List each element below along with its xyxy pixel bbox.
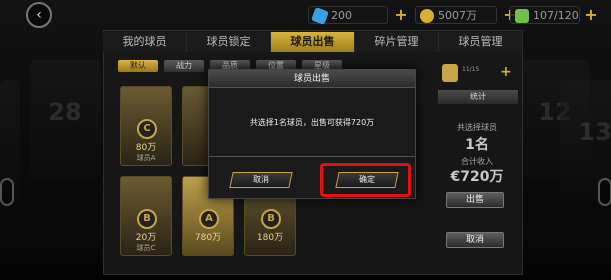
energy-counter: 200 + bbox=[308, 6, 408, 25]
selected-count: 1名 bbox=[465, 137, 489, 153]
dialog-body: 共选择1名球员，出售可获得720万 bbox=[209, 88, 415, 156]
filter-power[interactable]: 战力 bbox=[164, 60, 204, 72]
energy-icon bbox=[311, 7, 329, 25]
dialog-title: 球员出售 bbox=[209, 70, 415, 88]
filter-default[interactable]: 默认 bbox=[118, 60, 158, 72]
card-name: 球员C bbox=[136, 244, 156, 252]
sell-button[interactable]: 出售 bbox=[446, 192, 504, 208]
right-scroll-arrow[interactable] bbox=[598, 178, 611, 206]
player-icon bbox=[515, 9, 529, 23]
income-value: €720万 bbox=[450, 169, 504, 185]
dialog-cancel-label: 取消 bbox=[253, 175, 269, 184]
back-button[interactable]: ‹ bbox=[26, 2, 52, 28]
coin-counter: 5007万 + bbox=[415, 6, 517, 24]
card-value: 80万 bbox=[135, 143, 157, 153]
card-name: 球员A bbox=[136, 154, 156, 162]
club-badge-icon: B bbox=[137, 209, 157, 229]
club-badge-icon: A bbox=[199, 209, 219, 229]
player-card[interactable]: C 80万 球员A bbox=[120, 86, 172, 166]
squad-counter: 107/120 + bbox=[510, 6, 598, 24]
squad-value: 107/120 bbox=[533, 8, 579, 22]
club-emblem-icon bbox=[442, 64, 458, 82]
sell-summary-sidebar: 11/15 + 统计 共选择球员 1名 合计收入 €720万 出售 取消 bbox=[432, 64, 518, 264]
tab-player-sell[interactable]: 球员出售 bbox=[271, 32, 355, 52]
energy-value: 200 bbox=[331, 8, 352, 22]
tab-bar: 我的球员 球员锁定 球员出售 碎片管理 球员管理 bbox=[103, 32, 523, 52]
add-energy-button[interactable]: + bbox=[393, 7, 409, 23]
sidebar-cancel-button[interactable]: 取消 bbox=[446, 232, 504, 248]
tab-my-players[interactable]: 我的球员 bbox=[103, 32, 187, 52]
selected-count-label: 共选择球员 bbox=[457, 123, 497, 132]
dialog-divider bbox=[209, 156, 415, 157]
player-card[interactable]: B 20万 球员C bbox=[120, 176, 172, 256]
back-arrow-icon: ‹ bbox=[36, 7, 42, 23]
card-value: 780万 bbox=[194, 233, 222, 243]
dialog-cancel-button[interactable]: 取消 bbox=[229, 172, 293, 188]
club-badge-icon: C bbox=[137, 119, 157, 139]
card-value: 180万 bbox=[256, 233, 284, 243]
add-squad-button[interactable]: + bbox=[583, 7, 599, 23]
confirm-highlight-box bbox=[320, 163, 411, 197]
tab-fragment-manage[interactable]: 碎片管理 bbox=[355, 32, 439, 52]
top-bar: ‹ 200 + 5007万 + 107/120 + bbox=[0, 0, 611, 28]
tab-player-lock[interactable]: 球员锁定 bbox=[187, 32, 271, 52]
coin-value: 5007万 bbox=[438, 9, 477, 22]
left-scroll-arrow[interactable] bbox=[0, 178, 14, 206]
add-capacity-button[interactable]: + bbox=[500, 64, 512, 80]
stats-button[interactable]: 统计 bbox=[438, 90, 518, 104]
tab-player-manage[interactable]: 球员管理 bbox=[439, 32, 523, 52]
coin-icon bbox=[420, 9, 434, 23]
capacity-label: 11/15 bbox=[462, 66, 480, 73]
club-badge-icon: B bbox=[261, 209, 281, 229]
dialog-message: 共选择1名球员，出售可获得720万 bbox=[249, 117, 375, 127]
card-value: 20万 bbox=[135, 233, 157, 243]
